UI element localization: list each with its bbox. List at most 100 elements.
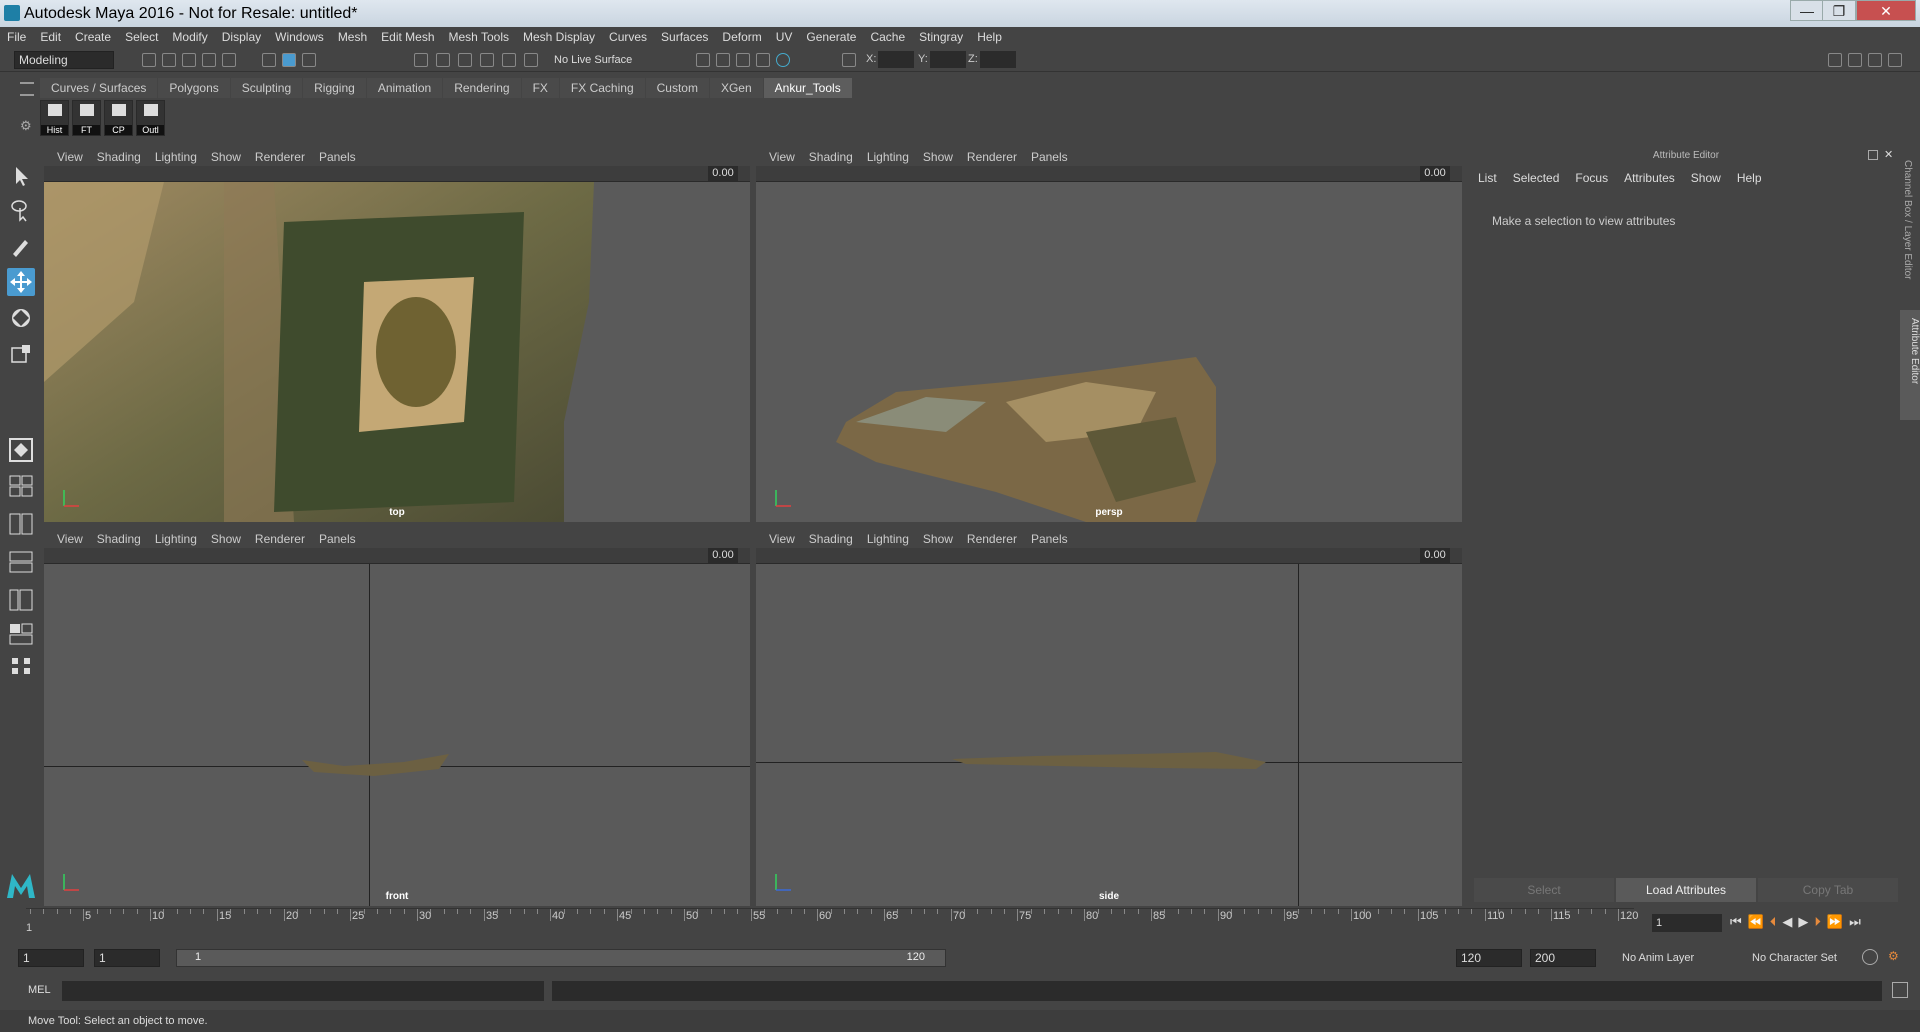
playback-start-field[interactable]: 1 — [94, 949, 160, 967]
attr-menu-show[interactable]: Show — [1691, 171, 1721, 185]
panel-menu-view[interactable]: View — [57, 148, 83, 166]
menu-display[interactable]: Display — [215, 27, 268, 48]
minimize-button[interactable]: — — [1790, 0, 1824, 21]
menu-mesh-tools[interactable]: Mesh Tools — [442, 27, 516, 48]
two-view-layout-icon[interactable] — [7, 510, 35, 538]
viewport-persp[interactable]: persp — [756, 182, 1462, 522]
y-field[interactable] — [930, 51, 966, 68]
menu-surfaces[interactable]: Surfaces — [654, 27, 715, 48]
custom-layout-icon[interactable] — [7, 652, 35, 680]
maya-home-icon[interactable] — [4, 868, 38, 902]
menu-uv[interactable]: UV — [769, 27, 800, 48]
current-frame-field[interactable]: 1 — [1652, 914, 1722, 932]
panel-menu-panels[interactable]: Panels — [319, 530, 356, 548]
menu-deform[interactable]: Deform — [715, 27, 768, 48]
panel-menu-shading[interactable]: Shading — [97, 148, 141, 166]
panel-menu-view[interactable]: View — [57, 530, 83, 548]
command-language-label[interactable]: MEL — [28, 984, 51, 996]
tool-settings-icon[interactable] — [1888, 53, 1902, 67]
shelf-button-hist[interactable]: Hist — [40, 100, 69, 136]
shelf-tab-polygons[interactable]: Polygons — [158, 78, 230, 98]
menu-generate[interactable]: Generate — [799, 27, 863, 48]
exposure-field[interactable]: 0.00 — [708, 548, 738, 563]
shelf-button-cp[interactable]: CP — [104, 100, 133, 136]
menu-curves[interactable]: Curves — [602, 27, 654, 48]
panel-menu-lighting[interactable]: Lighting — [155, 148, 197, 166]
step-back-frame-icon[interactable]: ⏴ — [1770, 914, 1777, 930]
channel-box-toggle-icon[interactable] — [1868, 53, 1882, 67]
select-tool-icon[interactable] — [7, 162, 35, 190]
transform-mode-icon[interactable] — [842, 53, 856, 67]
panel-menu-renderer[interactable]: Renderer — [967, 148, 1017, 166]
panel-menu-renderer[interactable]: Renderer — [255, 148, 305, 166]
viewport-front[interactable]: front — [44, 564, 750, 906]
channel-box-tab[interactable]: Channel Box / Layer Editor — [1902, 160, 1913, 280]
shelf-tab-rigging[interactable]: Rigging — [303, 78, 366, 98]
shelf-button-ft[interactable]: FT — [72, 100, 101, 136]
redo-icon[interactable] — [222, 53, 236, 67]
play-backward-icon[interactable]: ◀ — [1782, 914, 1792, 930]
save-scene-icon[interactable] — [182, 53, 196, 67]
z-field[interactable] — [980, 51, 1016, 68]
menu-cache[interactable]: Cache — [863, 27, 912, 48]
open-scene-icon[interactable] — [162, 53, 176, 67]
rotate-tool-icon[interactable] — [7, 304, 35, 332]
modeling-toolkit-icon[interactable] — [1828, 53, 1842, 67]
panel-menu-view[interactable]: View — [769, 530, 795, 548]
viewport-side[interactable]: side — [756, 564, 1462, 906]
shelf-tab-xgen[interactable]: XGen — [709, 78, 763, 98]
panel-menu-panels[interactable]: Panels — [319, 148, 356, 166]
playback-end-field[interactable]: 120 — [1456, 949, 1522, 967]
step-back-key-icon[interactable]: ⏪ — [1748, 914, 1764, 930]
script-editor-icon[interactable] — [1892, 982, 1908, 998]
attr-menu-selected[interactable]: Selected — [1513, 171, 1560, 185]
snap-magnet-icon[interactable] — [524, 53, 538, 67]
exposure-field[interactable]: 0.00 — [708, 166, 738, 181]
exposure-field[interactable]: 0.00 — [1420, 548, 1450, 563]
snap-surface-icon[interactable] — [502, 53, 516, 67]
menu-edit-mesh[interactable]: Edit Mesh — [374, 27, 441, 48]
render-settings-icon[interactable] — [696, 53, 710, 67]
lasso-tool-icon[interactable] — [7, 196, 35, 224]
anim-layer-selector[interactable]: No Anim Layer — [1622, 950, 1740, 966]
panel-menu-show[interactable]: Show — [923, 148, 953, 166]
panel-menu-lighting[interactable]: Lighting — [867, 148, 909, 166]
undo-icon[interactable] — [202, 53, 216, 67]
command-input[interactable] — [62, 981, 544, 1001]
shelf-menu-icon[interactable] — [20, 82, 34, 96]
shelf-tab-custom[interactable]: Custom — [645, 78, 709, 98]
panel-menu-panels[interactable]: Panels — [1031, 530, 1068, 548]
auto-key-icon[interactable] — [1862, 949, 1878, 965]
menu-edit[interactable]: Edit — [33, 27, 68, 48]
menu-mesh[interactable]: Mesh — [331, 27, 374, 48]
menu-mesh-display[interactable]: Mesh Display — [516, 27, 602, 48]
start-time-field[interactable]: 1 — [18, 949, 84, 967]
exposure-field[interactable]: 0.00 — [1420, 166, 1450, 181]
shelf-tab-fx-caching[interactable]: FX Caching — [559, 78, 645, 98]
new-scene-icon[interactable] — [142, 53, 156, 67]
go-to-end-icon[interactable]: ⏭ — [1849, 914, 1861, 930]
panel-menu-show[interactable]: Show — [923, 530, 953, 548]
shelf-tab-sculpting[interactable]: Sculpting — [230, 78, 303, 98]
end-time-field[interactable]: 200 — [1530, 949, 1596, 967]
character-set-selector[interactable]: No Character Set — [1752, 950, 1870, 966]
shelf-tab-curves-surfaces[interactable]: Curves / Surfaces — [40, 78, 158, 98]
time-slider[interactable]: 5 10 15 20 25 30 35 40 45 50 55 60 65 70 75 80 85 90 95 100… — [26, 908, 1638, 942]
menu-select[interactable]: Select — [118, 27, 165, 48]
render-frame-icon[interactable] — [736, 53, 750, 67]
attr-menu-list[interactable]: List — [1478, 171, 1497, 185]
panel-menu-shading[interactable]: Shading — [809, 148, 853, 166]
paint-select-tool-icon[interactable] — [7, 232, 35, 260]
hypershade-icon[interactable] — [776, 53, 790, 67]
persp-graph-layout-icon[interactable] — [7, 586, 35, 614]
shelf-tab-ankur-tools[interactable]: Ankur_Tools — [763, 78, 852, 98]
select-button[interactable]: Select — [1474, 878, 1614, 902]
menu-windows[interactable]: Windows — [268, 27, 331, 48]
attr-menu-help[interactable]: Help — [1737, 171, 1762, 185]
menu-stingray[interactable]: Stingray — [912, 27, 970, 48]
animation-preferences-icon[interactable]: ⚙ — [1888, 949, 1904, 965]
shelf-tab-animation[interactable]: Animation — [366, 78, 443, 98]
copy-tab-button[interactable]: Copy Tab — [1758, 878, 1898, 902]
shelf-tab-rendering[interactable]: Rendering — [443, 78, 521, 98]
panel-menu-lighting[interactable]: Lighting — [867, 530, 909, 548]
